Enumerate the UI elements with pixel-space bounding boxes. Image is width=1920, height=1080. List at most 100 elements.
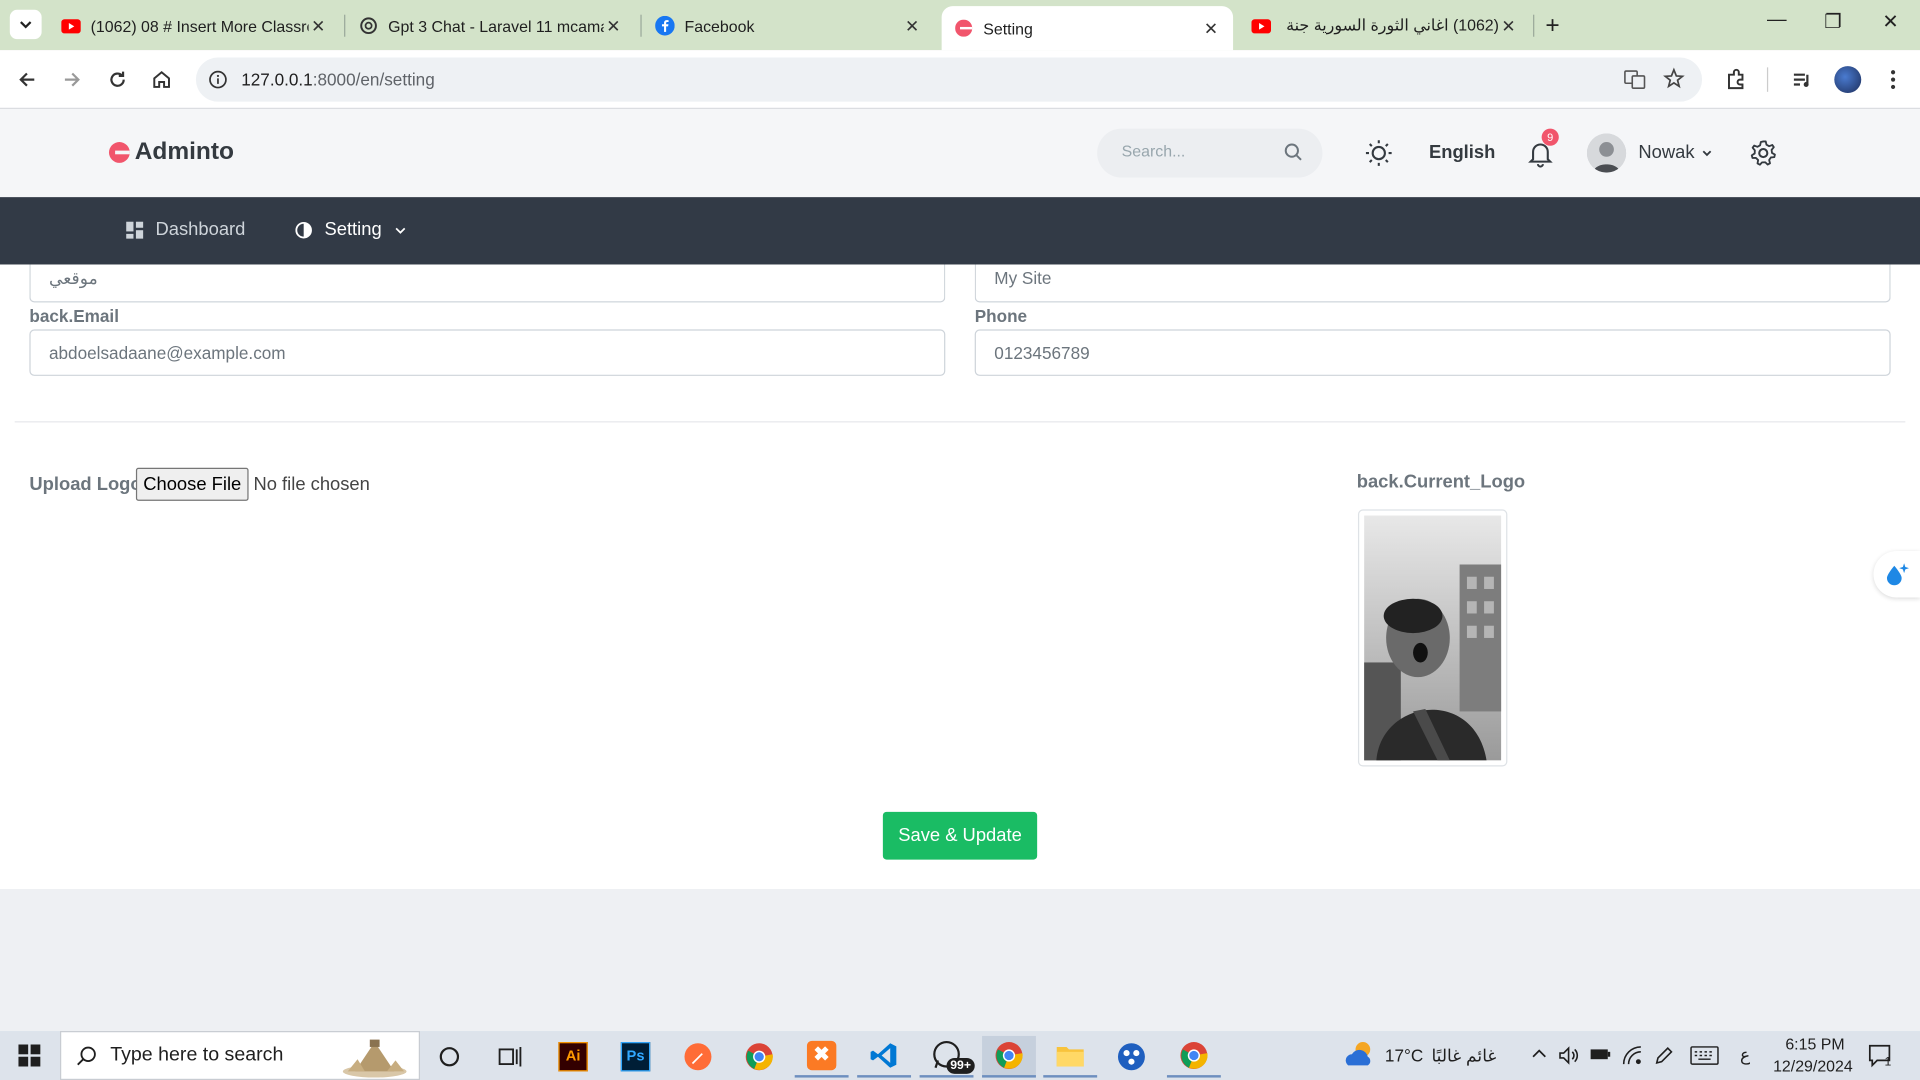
arrow-left-icon xyxy=(19,72,35,87)
chevron-up-icon[interactable] xyxy=(1531,1046,1548,1069)
section-divider xyxy=(14,421,1906,423)
notification-badge: 9 xyxy=(1541,128,1559,146)
floating-action-button[interactable] xyxy=(1873,551,1920,598)
user-avatar[interactable] xyxy=(1586,133,1627,173)
theme-toggle-button[interactable] xyxy=(1364,138,1393,167)
settings-button[interactable] xyxy=(1749,138,1778,167)
browser-tab-1[interactable]: (1062) 08 # Insert More Classro ✕ xyxy=(49,6,340,45)
cortana-button[interactable] xyxy=(422,1036,476,1078)
phone-field[interactable]: 0123456789 xyxy=(974,329,1891,376)
back-button[interactable] xyxy=(12,65,41,94)
clock-time[interactable]: 6:15 PM xyxy=(1785,1035,1844,1053)
search-icon[interactable] xyxy=(1283,142,1303,168)
weather-description[interactable]: غائم غالبًا xyxy=(1431,1046,1496,1067)
browser-tab-3[interactable]: Facebook ✕ xyxy=(643,6,934,45)
input-language-indicator[interactable]: ع xyxy=(1740,1044,1750,1065)
youtube-icon xyxy=(1251,16,1272,36)
toolbar-divider xyxy=(1766,67,1769,92)
chrome-app-active[interactable] xyxy=(982,1035,1036,1078)
close-icon[interactable]: ✕ xyxy=(1499,15,1519,36)
weather-icon[interactable] xyxy=(1342,1038,1376,1076)
davinci-app[interactable] xyxy=(1104,1036,1158,1078)
current-logo-thumbnail xyxy=(1357,509,1508,767)
home-icon xyxy=(153,70,170,88)
site-name-en-value: My Site xyxy=(994,268,1052,288)
browser-tab-bar: (1062) 08 # Insert More Classro ✕ Gpt 3 … xyxy=(0,0,1920,51)
user-name[interactable]: Nowak xyxy=(1638,142,1694,163)
vscode-app[interactable] xyxy=(857,1036,912,1078)
sparkle-drop-icon xyxy=(1886,563,1909,586)
translate-icon[interactable] xyxy=(1624,69,1646,97)
browser-toolbar: 127.0.0.1:8000/en/setting xyxy=(0,50,1920,109)
close-icon[interactable]: ✕ xyxy=(1201,18,1221,39)
task-view-button[interactable] xyxy=(484,1036,538,1078)
chevron-down-icon[interactable] xyxy=(1701,143,1713,165)
brand-logo-icon xyxy=(108,142,130,163)
site-info-icon[interactable] xyxy=(206,67,230,91)
avatar-image xyxy=(1586,133,1627,173)
save-update-button[interactable]: Save & Update xyxy=(882,811,1038,860)
language-selector[interactable]: English xyxy=(1429,142,1495,163)
search-input[interactable] xyxy=(1121,142,1269,161)
chevron-down-icon xyxy=(20,21,32,29)
home-button[interactable] xyxy=(147,65,176,94)
choose-file-button[interactable]: Choose File xyxy=(135,467,249,501)
tab-search-button[interactable] xyxy=(9,9,42,40)
media-control-button[interactable] xyxy=(1788,65,1817,94)
postman-app[interactable] xyxy=(671,1036,725,1078)
tab-title: Gpt 3 Chat - Laravel 11 mcamar xyxy=(388,16,604,35)
file-explorer-app[interactable] xyxy=(1043,1036,1098,1078)
restore-button[interactable]: ❐ xyxy=(1821,10,1845,34)
close-window-button[interactable]: ✕ xyxy=(1878,10,1902,34)
illustrator-app[interactable]: Ai xyxy=(546,1036,600,1078)
windows-taskbar: Type here to search Ai Ps ✖ 99+ 17°C غائ… xyxy=(0,1031,1920,1080)
browser-menu-button[interactable] xyxy=(1878,65,1907,94)
nav-item-setting[interactable]: Setting xyxy=(295,219,406,240)
extensions-button[interactable] xyxy=(1722,65,1751,94)
weather-temperature[interactable]: 17°C xyxy=(1385,1046,1423,1066)
url-text[interactable]: 127.0.0.1:8000/en/setting xyxy=(241,70,435,90)
adminto-icon xyxy=(954,18,974,38)
site-name-ar-value: موقعي xyxy=(48,268,98,288)
whatsapp-app[interactable]: 99+ xyxy=(919,1036,975,1078)
vscode-icon xyxy=(870,1043,897,1068)
forward-button[interactable] xyxy=(58,65,87,94)
clock-date[interactable]: 12/29/2024 xyxy=(1773,1057,1853,1075)
wifi-icon[interactable] xyxy=(1621,1044,1643,1072)
taskbar-search-box[interactable]: Type here to search xyxy=(60,1031,421,1080)
keyboard-icon[interactable] xyxy=(1690,1046,1719,1072)
xampp-app[interactable]: ✖ xyxy=(794,1036,849,1078)
tab-title: Facebook xyxy=(684,16,755,35)
url-path: :8000/en/setting xyxy=(312,69,435,90)
close-icon[interactable]: ✕ xyxy=(604,15,624,36)
close-icon[interactable]: ✕ xyxy=(902,15,922,36)
close-icon[interactable]: ✕ xyxy=(309,15,329,36)
profile-avatar-button[interactable] xyxy=(1833,65,1862,94)
chrome-app[interactable] xyxy=(732,1036,786,1078)
start-button[interactable] xyxy=(0,1031,59,1080)
site-name-ar-input[interactable]: موقعي xyxy=(29,264,946,303)
dashboard-icon xyxy=(126,221,144,239)
reload-button[interactable] xyxy=(103,65,132,94)
nav-item-dashboard[interactable]: Dashboard xyxy=(126,219,245,240)
new-tab-button[interactable]: + xyxy=(1545,12,1559,40)
address-bar[interactable]: 127.0.0.1:8000/en/setting xyxy=(195,57,1703,102)
file-status-text: No file chosen xyxy=(253,473,370,495)
browser-tab-5[interactable]: (1062) اغاني الثورة السورية جنة ي ✕ xyxy=(1239,6,1530,45)
upload-logo-label: Upload Logo xyxy=(29,473,142,495)
pen-icon[interactable] xyxy=(1653,1044,1675,1072)
photoshop-app[interactable]: Ps xyxy=(609,1036,663,1078)
brand-logo[interactable]: Adminto xyxy=(108,138,234,166)
browser-tab-2[interactable]: Gpt 3 Chat - Laravel 11 mcamar ✕ xyxy=(347,6,636,45)
browser-tab-active[interactable]: Setting ✕ xyxy=(941,6,1234,51)
bookmark-star-icon[interactable] xyxy=(1663,67,1685,95)
battery-icon[interactable] xyxy=(1589,1046,1611,1069)
facebook-icon xyxy=(655,15,675,36)
minimize-button[interactable]: — xyxy=(1765,10,1789,32)
site-name-en-input[interactable]: My Site xyxy=(974,264,1891,303)
volume-icon[interactable] xyxy=(1558,1044,1580,1072)
email-field[interactable]: abdoelsadaane@example.com xyxy=(29,329,946,376)
sun-icon xyxy=(1365,140,1392,166)
brand-name: Adminto xyxy=(134,138,234,166)
chrome-profile-app[interactable] xyxy=(1166,1036,1221,1078)
